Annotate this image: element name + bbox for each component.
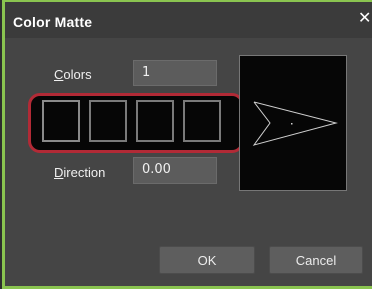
direction-field[interactable]: 0.00: [133, 157, 217, 184]
dialog-title: Color Matte: [13, 14, 93, 30]
color-matte-dialog: Color Matte Colors 1 Direction 0.00 OK C…: [2, 0, 372, 289]
close-icon[interactable]: ✕: [358, 8, 372, 28]
cancel-button[interactable]: Cancel: [269, 246, 363, 274]
title-bar[interactable]: Color Matte: [5, 2, 372, 38]
colors-count-field[interactable]: 1: [133, 60, 217, 86]
colors-label: Colors: [54, 67, 92, 82]
color-swatch-2[interactable]: [89, 100, 127, 142]
direction-label: Direction: [54, 165, 106, 180]
arrow-center-dot: [291, 123, 293, 125]
color-swatch-1[interactable]: [42, 100, 80, 142]
color-swatch-4[interactable]: [183, 100, 221, 142]
color-swatch-3[interactable]: [136, 100, 174, 142]
ok-button[interactable]: OK: [159, 246, 255, 274]
direction-arrow-icon[interactable]: [240, 56, 346, 190]
arrow-outline: [252, 101, 338, 146]
preview-pane: [239, 55, 347, 191]
